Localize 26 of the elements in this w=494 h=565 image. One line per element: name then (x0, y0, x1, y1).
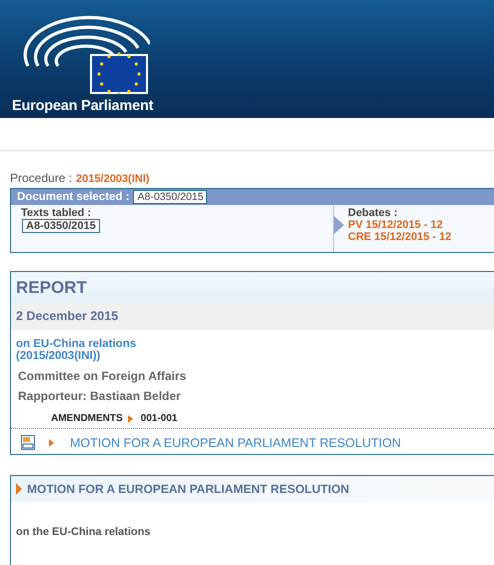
procedure-link[interactable]: 2015/2003(INI) (76, 173, 150, 185)
motion-text: on the EU-China relations (15, 525, 152, 538)
motion-link[interactable]: MOTION FOR A EUROPEAN PARLIAMENT RESOLUTION (70, 436, 401, 450)
chevron-icon (334, 216, 344, 234)
arrow-icon (16, 483, 22, 495)
amendments-link[interactable]: 001-001 (140, 413, 178, 424)
rapporteur-name: Rapporteur: Bastiaan Belder (17, 388, 182, 405)
report-date: 2 December 2015 (11, 302, 494, 330)
texts-tabled-link[interactable]: A8-0350/2015 (22, 219, 100, 233)
logo-text[interactable]: European Parliament (12, 98, 154, 114)
committee-name: Committee on Foreign Affairs (17, 368, 188, 385)
motion-title: MOTION FOR A EUROPEAN PARLIAMENT RESOLUTION (27, 482, 350, 496)
debate-link[interactable]: PV 15/12/2015 - 12 (348, 219, 443, 231)
arrow-icon (128, 414, 133, 422)
arrow-icon (49, 438, 54, 446)
document-selected-label: Document selected : (17, 191, 130, 203)
debates-label: Debates : (348, 207, 398, 219)
debate-link[interactable]: CRE 15/12/2015 - 12 (348, 231, 452, 243)
document-reference: A8-0350/2015 (133, 190, 208, 204)
texts-tabled-label: Texts tabled : (21, 207, 92, 219)
report-title: REPORT (11, 272, 494, 302)
amendments-label: AMENDMENTS (51, 413, 123, 424)
report-subject: on EU-China relations (16, 338, 138, 350)
report-subject: (2015/2003(INI)) (16, 350, 102, 362)
procedure-label: Procedure : (10, 171, 72, 185)
document-icon (21, 435, 35, 450)
